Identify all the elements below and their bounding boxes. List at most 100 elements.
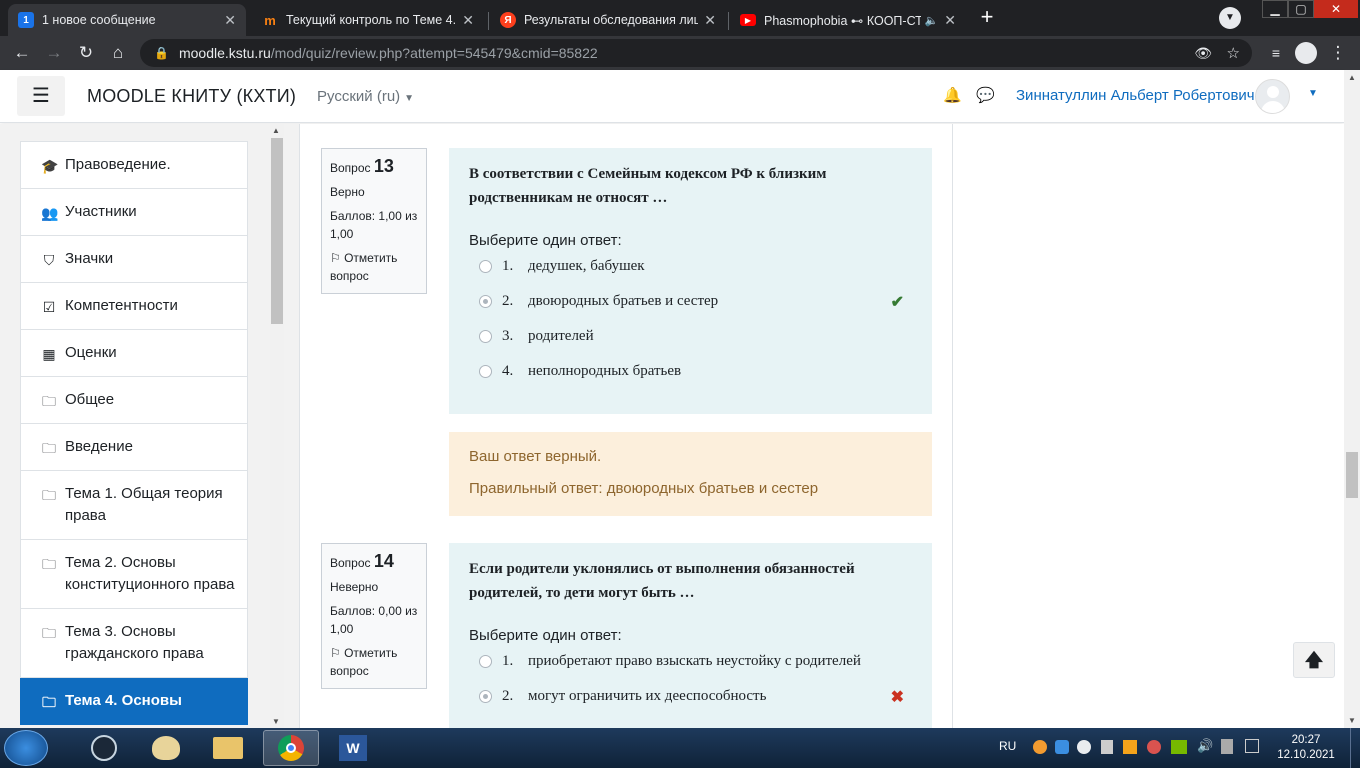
drawer-scrollbar[interactable]: ▲ ▼ — [270, 124, 284, 728]
browser-tab[interactable]: 1 1 новое сообщение ✕ — [8, 4, 246, 36]
scroll-down-arrow-icon[interactable]: ▼ — [1348, 716, 1356, 725]
paint-icon[interactable] — [138, 730, 194, 766]
scroll-up-arrow-icon[interactable]: ▲ — [1348, 73, 1356, 82]
home-icon[interactable]: ⌂ — [106, 41, 130, 65]
forward-icon[interactable]: → — [42, 41, 66, 65]
media-control-icon[interactable]: ≡ — [1264, 41, 1288, 65]
flag-question-link[interactable]: ⚐ Отметить вопрос — [330, 249, 418, 285]
network-icon[interactable] — [1221, 739, 1233, 754]
drawer-item-label: Тема 1. Общая теория права — [65, 485, 223, 524]
new-tab-button[interactable]: + — [973, 5, 1001, 31]
site-brand[interactable]: MOODLE КНИТУ (КХТИ) — [87, 86, 296, 107]
browser-tab[interactable]: ▶ Phasmophobia ⊷ КООП-СТР 🔈 ✕ — [730, 4, 966, 36]
profile-avatar-icon[interactable] — [1295, 42, 1317, 64]
scrollbar-thumb[interactable] — [271, 138, 283, 324]
tray-app-icon[interactable] — [1077, 740, 1091, 754]
question-number-value: 13 — [373, 156, 394, 176]
answer-text: дедушек, бабушек — [528, 258, 645, 274]
start-button[interactable] — [4, 730, 48, 766]
volume-icon[interactable]: 🔊 — [1197, 738, 1213, 754]
taskbar-clock[interactable]: 20:27 12.10.2021 — [1273, 733, 1339, 763]
chrome-icon[interactable] — [263, 730, 319, 766]
drawer-item-badges[interactable]: ⛉ Значки — [20, 236, 248, 283]
folder-icon: 🗀 — [42, 393, 56, 409]
tray-app-icon[interactable] — [1101, 740, 1113, 754]
answer-option[interactable]: 2. двоюродных братьев и сестер ✔ — [469, 284, 912, 319]
scroll-down-arrow-icon[interactable]: ▼ — [272, 717, 280, 726]
answer-option[interactable]: 2. могут ограничить их дееспособность ✖ — [469, 679, 912, 714]
chat-bubble-icon[interactable]: 💬 — [976, 86, 995, 104]
question-info-13: Вопрос 13 Верно Баллов: 1,00 из 1,00 ⚐ О… — [321, 148, 427, 294]
drawer-item-topic-1[interactable]: 🗀 Тема 1. Общая теория права — [20, 471, 248, 540]
radio-button[interactable] — [479, 295, 492, 308]
address-bar[interactable]: 🔒 moodle.kstu.ru /mod/quiz/review.php?at… — [140, 39, 1252, 67]
back-icon[interactable]: ← — [10, 41, 34, 65]
drawer-item-label: Оценки — [65, 344, 117, 361]
radio-button[interactable] — [479, 330, 492, 343]
user-name[interactable]: Зиннатуллин Альберт Робертович — [1016, 87, 1255, 104]
chevron-down-icon: ▼ — [404, 93, 415, 104]
tab-close-icon[interactable]: ✕ — [704, 12, 716, 29]
lock-icon[interactable]: 🔒 — [154, 46, 169, 60]
answer-option[interactable]: 4. неполнородных братьев — [469, 354, 912, 389]
minimize-button[interactable]: ▁ — [1262, 0, 1288, 18]
drawer-item-topic-3[interactable]: 🗀 Тема 3. Основы гражданского права — [20, 609, 248, 678]
scroll-up-arrow-icon[interactable]: ▲ — [272, 126, 280, 135]
page-scrollbar[interactable]: ▲ ▼ — [1344, 70, 1360, 728]
reload-icon[interactable]: ↻ — [74, 41, 98, 65]
drawer-item-course[interactable]: 🎓 Правоведение. — [20, 141, 248, 189]
answer-number: 1. — [502, 258, 514, 274]
drawer-item-topic-4[interactable]: 🗀 Тема 4. Основы — [20, 678, 248, 725]
nav-drawer: 🎓 Правоведение. 👥 Участники ⛉ Значки ☑ Компе… — [0, 124, 300, 728]
maximize-button[interactable]: ▢ — [1288, 0, 1314, 18]
menu-kebab-icon[interactable]: ⋮ — [1326, 41, 1350, 65]
word-icon[interactable]: W — [325, 730, 381, 766]
flag-question-link[interactable]: ⚐ Отметить вопрос — [330, 644, 418, 680]
bookmark-star-icon[interactable]: ☆ — [1227, 44, 1240, 62]
tab-close-icon[interactable]: ✕ — [224, 12, 236, 29]
tab-close-icon[interactable]: ✕ — [944, 12, 956, 29]
drawer-item-competencies[interactable]: ☑ Компетентности — [20, 283, 248, 330]
radio-button[interactable] — [479, 365, 492, 378]
answer-number: 1. — [502, 653, 514, 669]
browser-tab[interactable]: Я Результаты обследования лица, ✕ — [490, 4, 726, 36]
avatar[interactable] — [1255, 79, 1290, 114]
radio-button[interactable] — [479, 260, 492, 273]
input-language[interactable]: RU — [999, 739, 1016, 753]
answer-option[interactable]: 1. приобретают право взыскать неустойку с… — [469, 644, 912, 679]
bell-icon[interactable]: 🔔 — [943, 86, 962, 104]
eye-off-icon[interactable]: 👁 — [1194, 45, 1212, 62]
tab-close-icon[interactable]: ✕ — [462, 12, 474, 29]
drawer-item-topic-2[interactable]: 🗀 Тема 2. Основы конституционного права — [20, 540, 248, 609]
notification-icon[interactable] — [1245, 739, 1259, 753]
browser-tab[interactable]: m Текущий контроль по Теме 4.: п ✕ — [252, 4, 484, 36]
clock-time: 20:27 — [1291, 734, 1321, 746]
tray-app-icon[interactable] — [1055, 740, 1069, 754]
radio-button[interactable] — [479, 690, 492, 703]
drawer-item-general[interactable]: 🗀 Общее — [20, 377, 248, 424]
drawer-item-intro[interactable]: 🗀 Введение — [20, 424, 248, 471]
answer-option[interactable]: 3. родителей — [469, 319, 912, 354]
tab-search-icon[interactable]: ▼ — [1219, 7, 1241, 29]
user-menu-caret-icon[interactable]: ▼ — [1308, 88, 1318, 99]
nvidia-icon[interactable] — [1171, 740, 1187, 754]
radio-button[interactable] — [479, 655, 492, 668]
close-window-button[interactable]: ✕ — [1314, 0, 1358, 18]
drawer-toggle-button[interactable]: ☰ — [17, 76, 65, 116]
drawer-item-participants[interactable]: 👥 Участники — [20, 189, 248, 236]
answer-option[interactable]: 1. дедушек, бабушек — [469, 249, 912, 284]
language-menu[interactable]: Русский ‎(ru)‎ ▼ — [317, 88, 414, 105]
tray-app-icon[interactable] — [1033, 740, 1047, 754]
steam-icon[interactable] — [76, 730, 132, 766]
tray-app-icon[interactable] — [1123, 740, 1137, 754]
file-explorer-icon[interactable] — [200, 730, 256, 766]
answer-text: могут ограничить их дееспособность — [528, 688, 767, 704]
scrollbar-thumb[interactable] — [1346, 452, 1358, 498]
tab-audio-icon[interactable]: 🔈 — [925, 14, 939, 27]
show-desktop-button[interactable] — [1350, 728, 1360, 768]
question-grade: Баллов: 1,00 из 1,00 — [330, 209, 418, 241]
drawer-item-grades[interactable]: ▦ Оценки — [20, 330, 248, 377]
question-number-value: 14 — [373, 551, 394, 571]
back-to-top-button[interactable]: 🡅 — [1293, 642, 1335, 678]
tray-app-icon[interactable] — [1147, 740, 1161, 754]
